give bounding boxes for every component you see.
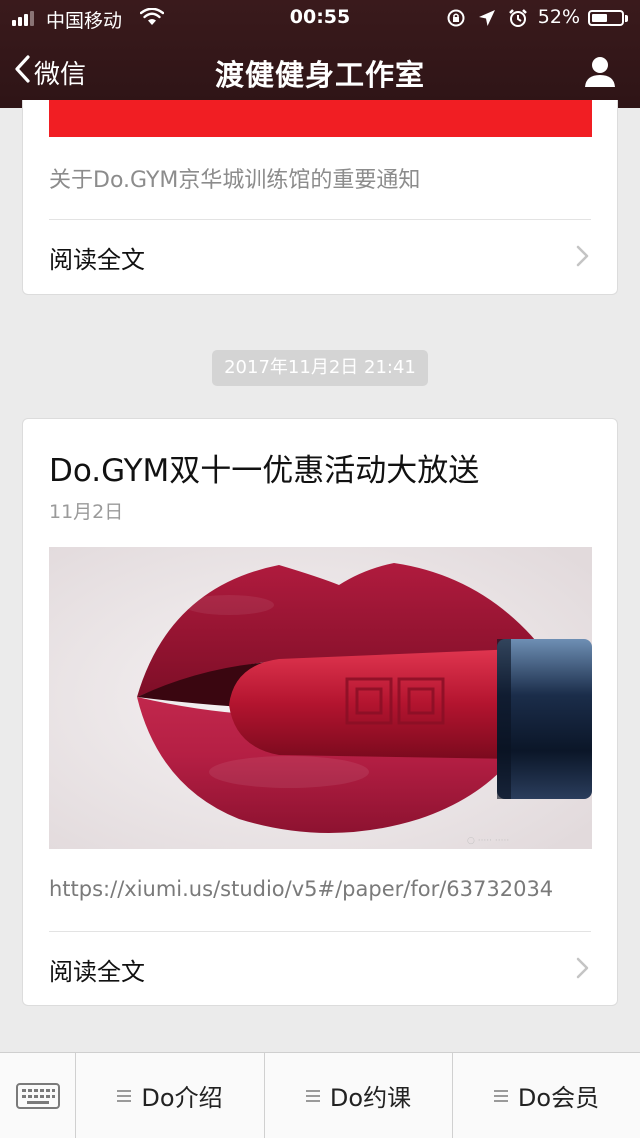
status-bar: 中国移动 00:55 52% <box>0 0 640 36</box>
read-full-label: 阅读全文 <box>49 246 145 274</box>
nav-bar: 微信 渡健健身工作室 <box>0 36 640 108</box>
battery-icon <box>588 10 628 26</box>
rotation-lock-icon <box>446 8 466 33</box>
article-date: 11月2日 <box>49 501 124 523</box>
article-cover-image: ○ ····· ····· <box>49 547 592 849</box>
menu-icon <box>117 1089 132 1102</box>
person-icon <box>585 57 615 87</box>
article-description: 关于Do.GYM京华城训练馆的重要通知 <box>49 168 421 193</box>
menu-icon <box>493 1089 508 1102</box>
alarm-icon <box>508 8 528 33</box>
menu-item-booking[interactable]: Do约课 <box>264 1053 452 1138</box>
article-card[interactable]: Do.GYM双十一优惠活动大放送 11月2日 ○ ····· ····· htt… <box>22 418 618 1006</box>
top-bar: 中国移动 00:55 52% 微信 渡健健身工作室 <box>0 0 640 108</box>
menu-icon <box>305 1089 320 1102</box>
battery-percent: 52% <box>537 6 580 28</box>
article-url[interactable]: https://xiumi.us/studio/v5#/paper/for/63… <box>49 877 553 901</box>
menu-item-label: Do会员 <box>517 1084 600 1112</box>
location-icon <box>478 8 496 33</box>
article-cover-image <box>49 100 592 137</box>
read-full-label: 阅读全文 <box>49 958 145 986</box>
page-title: 渡健健身工作室 <box>214 58 425 92</box>
chevron-right-icon <box>575 244 591 268</box>
svg-text:○ ····· ·····: ○ ····· ····· <box>467 836 509 846</box>
keyboard-toggle-button[interactable] <box>0 1053 76 1138</box>
article-card[interactable]: 关于Do.GYM京华城训练馆的重要通知 阅读全文 <box>22 100 618 295</box>
article-title: Do.GYM双十一优惠活动大放送 <box>49 453 480 489</box>
chevron-right-icon <box>575 956 591 980</box>
profile-button[interactable] <box>582 54 618 90</box>
message-timestamp: 2017年11月2日 21:41 <box>212 350 428 386</box>
menu-item-label: Do约课 <box>329 1084 412 1112</box>
menu-item-membership[interactable]: Do会员 <box>452 1053 640 1138</box>
menu-item-label: Do介绍 <box>141 1084 223 1112</box>
read-full-article-button[interactable]: 阅读全文 <box>23 932 617 1004</box>
keyboard-icon <box>16 1083 60 1109</box>
menu-item-intro[interactable]: Do介绍 <box>76 1053 264 1138</box>
read-full-article-button[interactable]: 阅读全文 <box>23 220 617 292</box>
bottom-menu: Do介绍 Do约课 Do会员 <box>0 1052 640 1138</box>
